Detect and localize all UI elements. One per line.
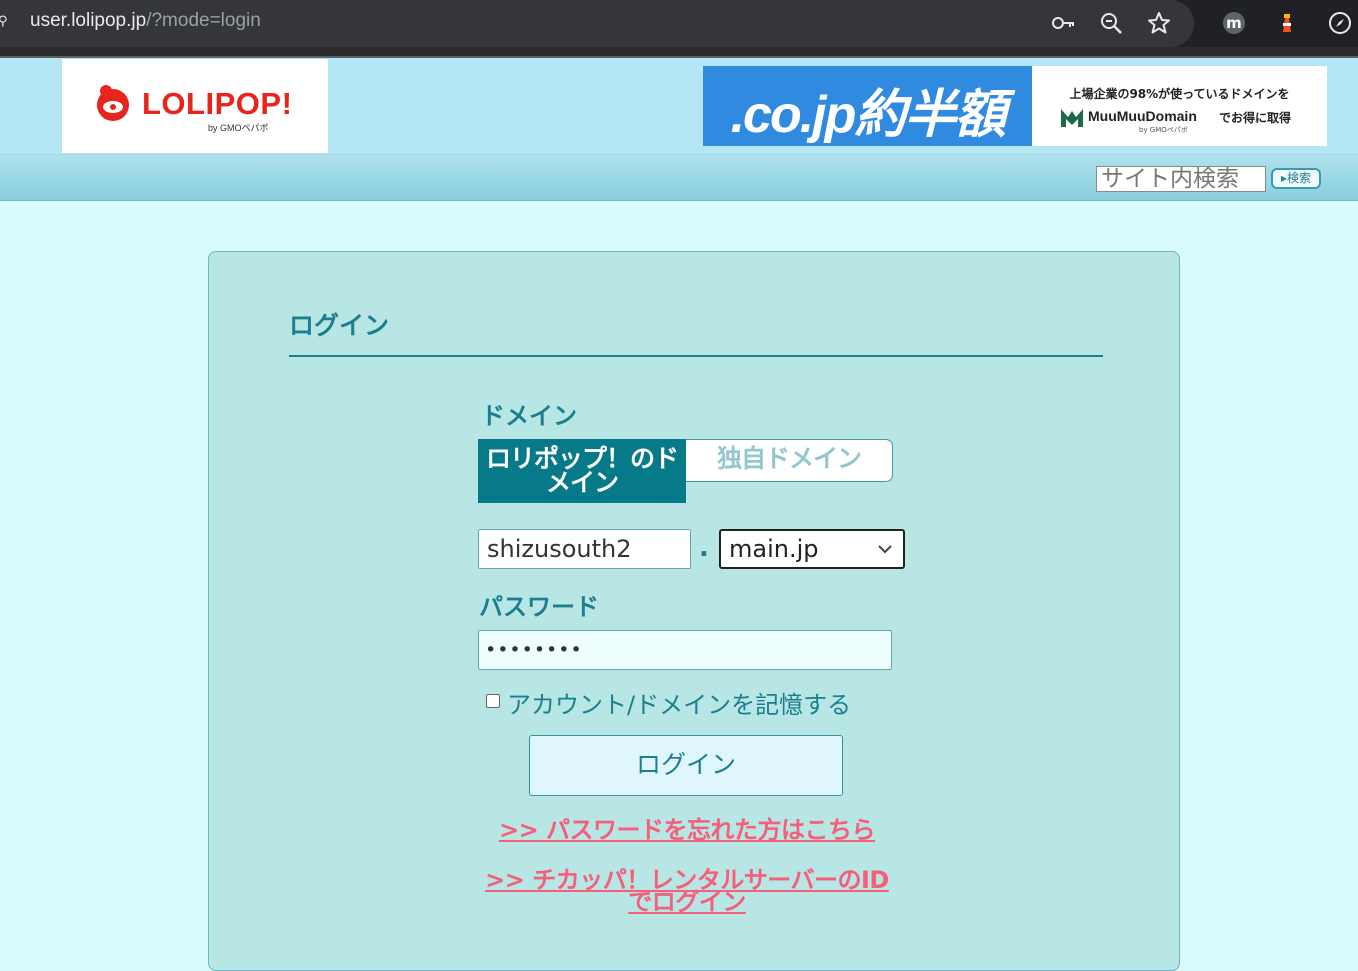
browser-toolbar: ⚲ user.lolipop.jp/?mode=login m	[0, 0, 1358, 47]
password-input[interactable]: ••••••••	[478, 630, 892, 670]
heading-divider	[289, 355, 1103, 357]
ad-banner-cta: でお得に取得	[1219, 111, 1292, 125]
extension-lighthouse-icon[interactable]	[1274, 10, 1300, 36]
muumuu-logo-icon	[1061, 109, 1083, 127]
compass-icon[interactable]	[1327, 10, 1353, 36]
tld-selected-value: main.jp	[729, 535, 819, 563]
remember-label[interactable]: アカウント/ドメインを記憶する	[507, 685, 851, 720]
url-path: /?mode=login	[146, 10, 261, 31]
ad-banner-right[interactable]: 上場企業の98%が使っているドメインを MuuMuuDomain でお得に取得 …	[1032, 66, 1327, 146]
chevron-down-icon	[878, 545, 892, 554]
password-label: パスワード	[479, 593, 599, 621]
chicappa-login-link[interactable]: >> チカッパ！レンタルサーバーのIDでログイン	[484, 868, 890, 914]
ad-banner-tagline: 上場企業の98%が使っているドメインを	[1069, 87, 1290, 101]
remember-checkbox[interactable]	[486, 694, 500, 708]
login-button[interactable]: ログイン	[529, 735, 843, 796]
password-key-icon[interactable]	[1050, 10, 1076, 36]
domain-label: ドメイン	[481, 402, 577, 430]
url-text[interactable]: user.lolipop.jp/?mode=login	[30, 10, 261, 32]
ad-banner-main-text: .co.jp約半額	[730, 86, 1007, 144]
logo-text[interactable]: LOLIPOP!	[142, 86, 292, 122]
site-info-icon[interactable]: ⚲	[0, 14, 12, 32]
bookmark-star-icon[interactable]	[1146, 10, 1172, 36]
tab-lolipop-domain[interactable]: ロリポップ！のドメイン	[478, 439, 686, 503]
domain-separator: .	[699, 533, 709, 563]
svg-text:m: m	[1226, 14, 1242, 32]
page-title: ログイン	[289, 311, 390, 340]
tab-own-domain[interactable]: 独自ドメイン	[686, 439, 893, 482]
login-panel	[208, 251, 1180, 971]
tld-select[interactable]: main.jp	[719, 529, 905, 569]
logo-sub: by GMOペパボ	[208, 123, 269, 133]
ad-banner-left[interactable]: .co.jp約半額	[703, 66, 1032, 146]
forgot-password-link[interactable]: >> パスワードを忘れた方はこちら	[484, 818, 890, 842]
ad-banner-by: by GMOペパボ	[1139, 126, 1188, 134]
ad-banner-brand: MuuMuuDomain	[1088, 108, 1197, 124]
domain-input[interactable]: shizusouth2	[478, 529, 691, 569]
zoom-icon[interactable]	[1098, 10, 1124, 36]
site-search-input[interactable]: サイト内検索	[1096, 166, 1266, 192]
lolipop-mascot-icon	[97, 85, 129, 121]
extension-m-icon[interactable]: m	[1221, 10, 1247, 36]
url-host: user.lolipop.jp	[30, 10, 147, 31]
site-search-button[interactable]: ▸検索	[1271, 168, 1321, 189]
